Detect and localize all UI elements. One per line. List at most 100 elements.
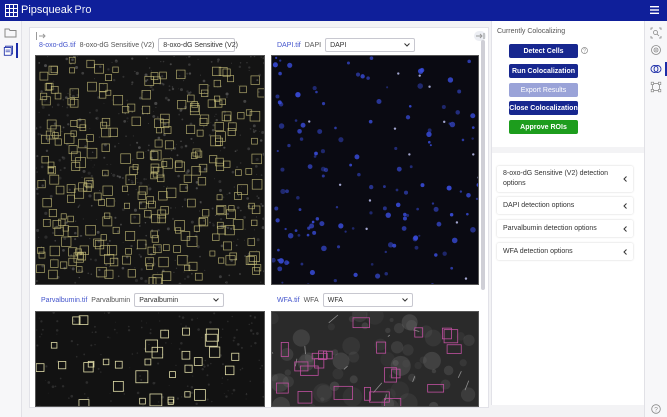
file-link-8oxo[interactable]: 8-oxo-dG.tif <box>39 42 76 49</box>
nucleus <box>298 208 302 212</box>
run-colocalization-button[interactable]: Run Colocalization <box>509 64 578 78</box>
nucleus <box>346 61 350 65</box>
image-wfa[interactable] <box>271 311 479 407</box>
nucleus <box>369 211 373 215</box>
nucleus <box>287 62 293 68</box>
nucleus <box>276 149 279 153</box>
svg-text:?: ? <box>654 406 658 413</box>
nucleus <box>403 190 409 195</box>
panel-header-wfa: WFA.tif WFA WFA <box>277 293 413 307</box>
nucleus <box>315 90 318 94</box>
help-icon[interactable]: ? <box>651 404 661 414</box>
image-8oxo-canvas <box>36 56 264 284</box>
nucleus <box>296 196 300 200</box>
layers-icon[interactable] <box>3 43 18 58</box>
nucleus <box>467 59 471 64</box>
nucleus <box>297 129 302 134</box>
detection-options-dapi[interactable]: DAPI detection options <box>497 197 633 214</box>
nucleus <box>320 166 326 172</box>
nucleus <box>472 153 475 156</box>
channel-name-dapi: DAPI <box>304 41 322 49</box>
nucleus <box>312 230 317 235</box>
detection-options-8oxo[interactable]: 8-oxo-dG Sensitive (V2) detection option… <box>497 166 633 192</box>
nucleus <box>461 138 465 142</box>
nucleus <box>317 129 323 134</box>
chevron-left-icon <box>623 202 627 209</box>
zoom-icon[interactable] <box>650 27 662 39</box>
nucleus <box>401 226 407 231</box>
nucleus <box>311 220 315 224</box>
nucleus <box>349 163 353 167</box>
crop-icon[interactable] <box>650 81 662 93</box>
nucleus <box>366 76 370 80</box>
file-link-dapi[interactable]: DAPI.tif <box>277 42 301 49</box>
nucleus <box>384 250 387 254</box>
nucleus <box>386 86 389 89</box>
hamburger-menu-icon[interactable] <box>650 6 659 14</box>
detection-options-parv[interactable]: Parvalbumin detection options <box>497 220 633 237</box>
nucleus <box>312 86 317 91</box>
chevron-down-icon <box>404 43 410 47</box>
nucleus <box>319 221 325 227</box>
channel-select-dapi[interactable]: DAPI <box>325 38 416 52</box>
workspace-scrollbar[interactable] <box>481 40 485 290</box>
nucleus <box>408 104 412 108</box>
nucleus <box>403 212 407 217</box>
nucleus <box>334 126 337 130</box>
top-bar: Pipsqueak Pro <box>0 0 667 21</box>
approve-rois-button[interactable]: Approve ROIs <box>509 120 578 134</box>
detection-options-parv-label: Parvalbumin detection options <box>503 224 597 232</box>
channel-select-8oxo[interactable]: 8-oxo-dG Sensitive (V2) <box>158 38 238 52</box>
nucleus <box>429 144 432 147</box>
left-rail <box>0 21 22 417</box>
file-link-parv[interactable]: Parvalbumin.tif <box>41 297 87 304</box>
export-results-button[interactable]: Export Results <box>509 83 578 97</box>
nucleus <box>274 206 279 211</box>
detection-options-wfa[interactable]: WFA detection options <box>497 243 633 260</box>
nucleus <box>287 143 291 148</box>
nucleus <box>307 164 313 169</box>
close-colocalization-button[interactable]: Close Colocalization <box>509 101 578 115</box>
nucleus <box>280 167 285 172</box>
nucleus <box>365 227 368 231</box>
image-dapi[interactable] <box>271 55 479 285</box>
nucleus <box>416 207 419 211</box>
nucleus <box>287 232 294 239</box>
panel-separator <box>492 147 645 153</box>
nucleus <box>426 131 432 137</box>
nucleus <box>455 221 459 224</box>
nucleus <box>417 83 423 89</box>
nucleus <box>464 277 468 280</box>
nucleus <box>471 126 475 130</box>
nucleus <box>470 113 476 119</box>
image-8oxo[interactable] <box>35 55 265 285</box>
nucleus <box>427 140 431 144</box>
nucleus <box>321 102 326 106</box>
channel-select-wfa[interactable]: WFA <box>322 293 413 307</box>
coloc-title: Currently Colocalizing <box>497 28 566 35</box>
folder-icon[interactable] <box>3 25 18 40</box>
nucleus <box>368 199 372 202</box>
nucleus <box>466 192 471 198</box>
nucleus <box>299 137 304 141</box>
nucleus <box>385 212 391 218</box>
nucleus <box>351 227 355 230</box>
colocalize-icon[interactable] <box>650 63 662 75</box>
nucleus <box>338 223 344 229</box>
nucleus <box>471 137 474 140</box>
nucleus <box>450 266 454 270</box>
nucleus <box>408 153 411 156</box>
nucleus <box>278 123 285 129</box>
nucleus <box>470 227 476 233</box>
svg-text:?: ? <box>583 48 586 54</box>
target-icon[interactable] <box>650 44 662 56</box>
image-parv[interactable] <box>35 311 265 407</box>
detect-cells-button[interactable]: Detect Cells <box>509 44 578 58</box>
nucleus <box>306 233 310 237</box>
channel-select-parv[interactable]: Parvalbumin <box>134 293 225 307</box>
help-icon[interactable]: ? <box>581 47 588 54</box>
nucleus <box>321 174 325 178</box>
nucleus <box>427 128 432 133</box>
image-wfa-canvas <box>272 312 478 406</box>
file-link-wfa[interactable]: WFA.tif <box>277 297 300 304</box>
